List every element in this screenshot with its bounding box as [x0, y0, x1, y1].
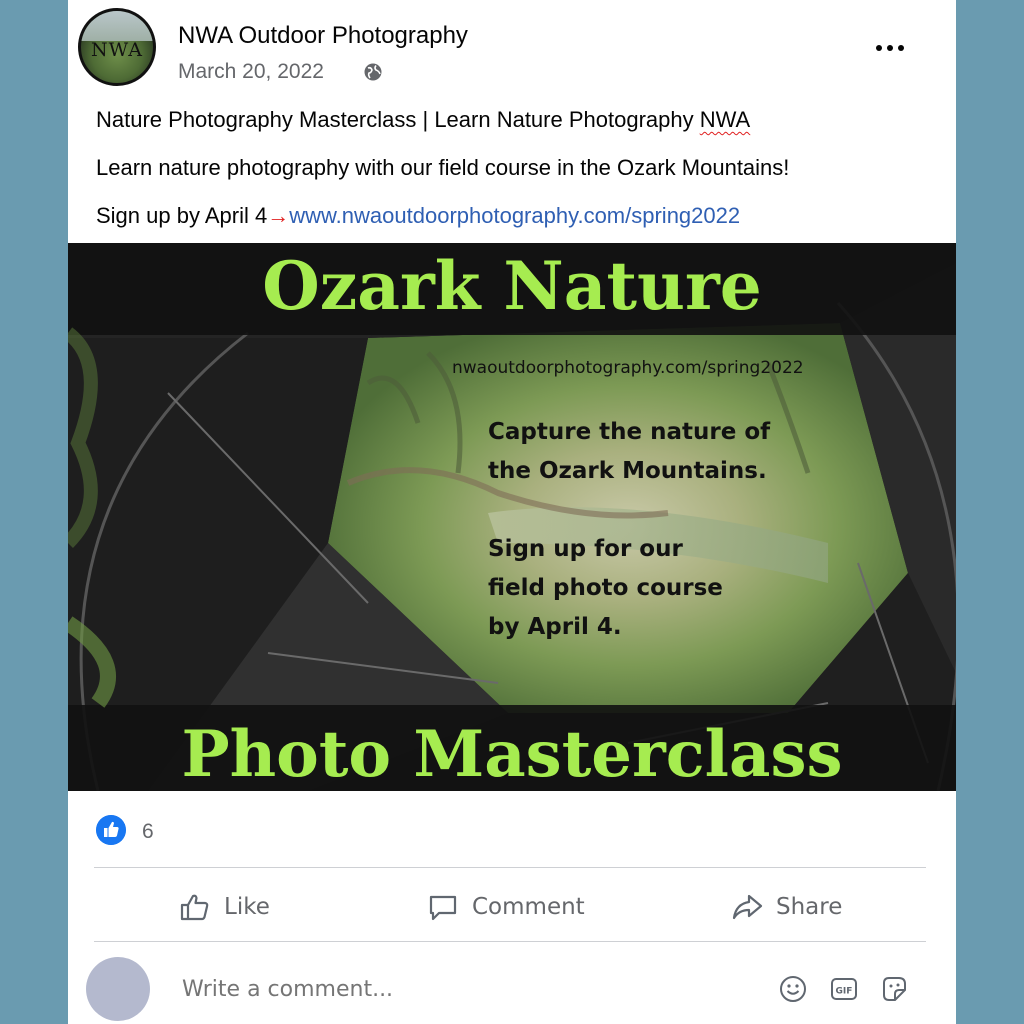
- banner-body-capture: Capture the nature of the Ozark Mountain…: [488, 413, 770, 491]
- emoji-icon[interactable]: [778, 974, 808, 1004]
- share-button[interactable]: Share: [730, 886, 842, 928]
- like-label: Like: [224, 894, 270, 920]
- share-arrow-icon: [732, 894, 763, 920]
- avatar-sky: [81, 11, 153, 42]
- comment-bubble-icon: [429, 895, 457, 921]
- post-text-line-3: Sign up by April 4→www.nwaoutdoorphotogr…: [96, 203, 740, 229]
- post-text-line-2: Learn nature photography with our field …: [96, 155, 790, 180]
- banner-body-line: field photo course: [488, 575, 723, 601]
- banner-body-line: by April 4.: [488, 614, 622, 640]
- sticker-icon[interactable]: [879, 974, 909, 1004]
- globe-icon: [364, 63, 382, 81]
- reaction-count[interactable]: 6: [142, 820, 154, 844]
- banner-url: nwaoutdoorphotography.com/spring2022: [452, 358, 804, 378]
- arrow-icon: →: [267, 203, 290, 228]
- more-options-icon[interactable]: [874, 38, 906, 58]
- post-text-title: Nature Photography Masterclass | Learn N…: [96, 107, 700, 132]
- page-name[interactable]: NWA Outdoor Photography: [178, 22, 468, 50]
- gif-icon[interactable]: GIF: [829, 974, 859, 1004]
- svg-text:GIF: GIF: [836, 987, 853, 997]
- divider: [94, 867, 926, 868]
- comment-input[interactable]: [180, 976, 458, 1003]
- post-text-line-1: Nature Photography Masterclass | Learn N…: [96, 107, 750, 133]
- shutter-illustration: [68, 243, 956, 791]
- commenter-avatar: [86, 957, 150, 1021]
- post-image[interactable]: Ozark Nature nwaoutdoorphotography.com/s…: [68, 243, 956, 791]
- post-date[interactable]: March 20, 2022: [178, 60, 324, 84]
- banner-body-line: the Ozark Mountains.: [488, 458, 767, 484]
- comment-label: Comment: [472, 894, 585, 920]
- share-label: Share: [776, 894, 843, 920]
- divider: [94, 941, 926, 942]
- banner-subtitle: Photo Masterclass: [181, 717, 843, 791]
- post-link[interactable]: www.nwaoutdoorphotography.com/spring2022: [289, 203, 740, 228]
- banner-body-line: Sign up for our: [488, 536, 683, 562]
- post-card: NWA NWA Outdoor Photography March 20, 20…: [68, 0, 956, 1024]
- banner-body-signup: Sign up for our field photo course by Ap…: [488, 530, 723, 647]
- signup-text: Sign up by April 4: [96, 203, 268, 228]
- page-avatar[interactable]: NWA: [78, 8, 156, 86]
- like-button[interactable]: Like: [178, 886, 270, 928]
- banner-title: Ozark Nature: [262, 247, 762, 325]
- banner-body-line: Capture the nature of: [488, 419, 771, 445]
- comment-button[interactable]: Comment: [426, 886, 585, 928]
- avatar-logo-text: NWA: [91, 39, 143, 61]
- like-badge-icon[interactable]: [96, 815, 126, 845]
- thumbs-up-icon: [180, 894, 209, 921]
- post-text-title-end: NWA: [699, 107, 751, 132]
